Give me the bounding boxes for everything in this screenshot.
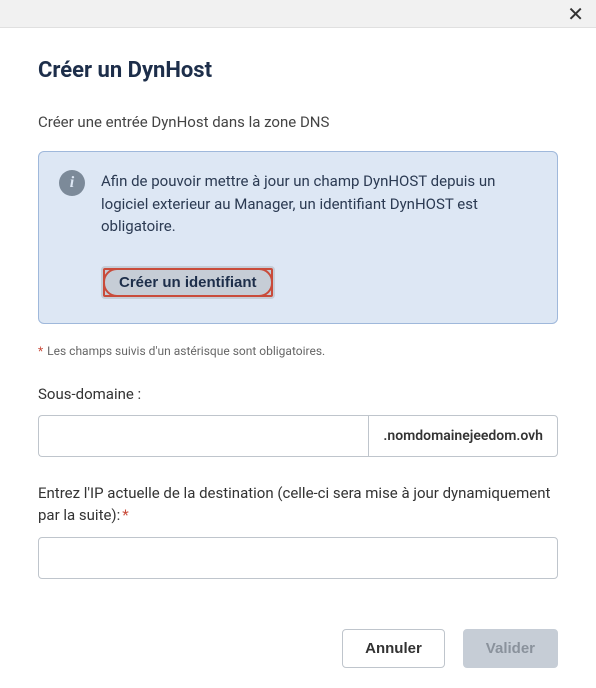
asterisk-icon: *	[122, 506, 128, 524]
close-icon[interactable]: ✕	[567, 4, 584, 24]
page-title: Créer un DynHost	[38, 58, 558, 83]
info-icon: i	[59, 170, 85, 196]
domain-suffix: .nomdomainejeedom.ovh	[368, 415, 558, 457]
submit-button[interactable]: Valider	[463, 629, 558, 668]
modal-top-bar: ✕	[0, 0, 596, 28]
ip-input[interactable]	[38, 537, 558, 579]
subdomain-label: Sous-domaine :	[38, 384, 558, 406]
required-fields-note: *Les champs suivis d'un astérisque sont …	[38, 344, 558, 358]
info-body: Afin de pouvoir mettre à jour un champ D…	[101, 170, 537, 299]
asterisk-icon: *	[38, 344, 43, 358]
info-text: Afin de pouvoir mettre à jour un champ D…	[101, 170, 537, 238]
action-buttons: Annuler Valider	[38, 629, 558, 668]
subdomain-field-group: Sous-domaine : .nomdomainejeedom.ovh	[38, 384, 558, 458]
ip-label: Entrez l'IP actuelle de la destination (…	[38, 483, 558, 527]
page-subtitle: Créer une entrée DynHost dans la zone DN…	[38, 113, 558, 131]
modal-content: Créer un DynHost Créer une entrée DynHos…	[0, 28, 596, 688]
create-identifier-button[interactable]: Créer un identifiant	[101, 266, 275, 299]
subdomain-input-row: .nomdomainejeedom.ovh	[38, 415, 558, 457]
ip-field-group: Entrez l'IP actuelle de la destination (…	[38, 483, 558, 579]
info-box: i Afin de pouvoir mettre à jour un champ…	[38, 151, 558, 324]
cancel-button[interactable]: Annuler	[342, 629, 445, 668]
subdomain-input[interactable]	[38, 415, 368, 457]
